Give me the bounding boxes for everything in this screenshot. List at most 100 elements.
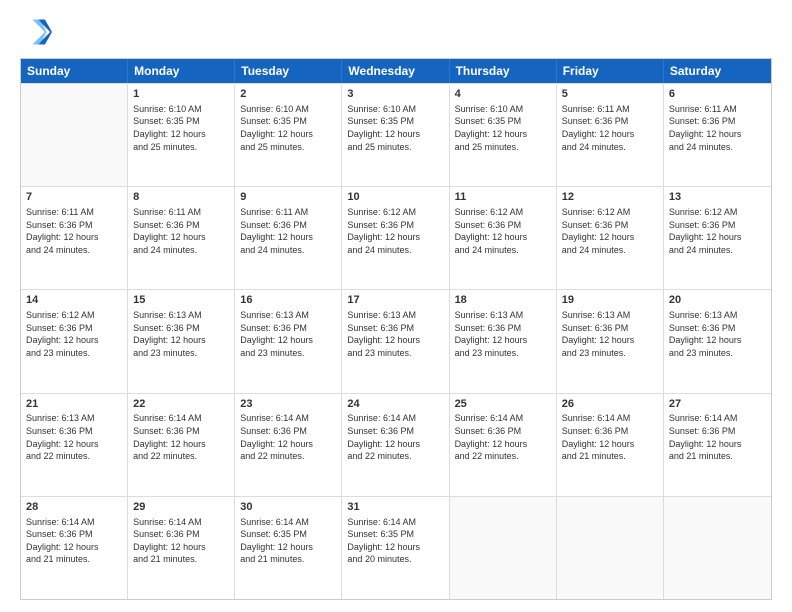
cell-info: Sunrise: 6:13 AM Sunset: 6:36 PM Dayligh…: [26, 412, 122, 462]
calendar-cell: 5Sunrise: 6:11 AM Sunset: 6:36 PM Daylig…: [557, 84, 664, 186]
calendar-cell: 29Sunrise: 6:14 AM Sunset: 6:36 PM Dayli…: [128, 497, 235, 599]
cell-info: Sunrise: 6:12 AM Sunset: 6:36 PM Dayligh…: [347, 206, 443, 256]
calendar-header-cell: Tuesday: [235, 59, 342, 83]
calendar-cell: 7Sunrise: 6:11 AM Sunset: 6:36 PM Daylig…: [21, 187, 128, 289]
calendar-cell: [450, 497, 557, 599]
cell-info: Sunrise: 6:12 AM Sunset: 6:36 PM Dayligh…: [26, 309, 122, 359]
calendar-cell: 27Sunrise: 6:14 AM Sunset: 6:36 PM Dayli…: [664, 394, 771, 496]
calendar-cell: 15Sunrise: 6:13 AM Sunset: 6:36 PM Dayli…: [128, 290, 235, 392]
cell-info: Sunrise: 6:13 AM Sunset: 6:36 PM Dayligh…: [240, 309, 336, 359]
calendar-header-cell: Sunday: [21, 59, 128, 83]
calendar-cell: 14Sunrise: 6:12 AM Sunset: 6:36 PM Dayli…: [21, 290, 128, 392]
calendar-cell: 24Sunrise: 6:14 AM Sunset: 6:36 PM Dayli…: [342, 394, 449, 496]
cell-info: Sunrise: 6:12 AM Sunset: 6:36 PM Dayligh…: [562, 206, 658, 256]
cell-info: Sunrise: 6:10 AM Sunset: 6:35 PM Dayligh…: [240, 103, 336, 153]
day-number: 7: [26, 190, 122, 205]
calendar-cell: 16Sunrise: 6:13 AM Sunset: 6:36 PM Dayli…: [235, 290, 342, 392]
logo-icon: [20, 16, 52, 48]
day-number: 18: [455, 293, 551, 308]
cell-info: Sunrise: 6:11 AM Sunset: 6:36 PM Dayligh…: [133, 206, 229, 256]
day-number: 30: [240, 500, 336, 515]
calendar-cell: 1Sunrise: 6:10 AM Sunset: 6:35 PM Daylig…: [128, 84, 235, 186]
day-number: 16: [240, 293, 336, 308]
calendar-cell: [664, 497, 771, 599]
calendar: SundayMondayTuesdayWednesdayThursdayFrid…: [20, 58, 772, 600]
calendar-cell: 22Sunrise: 6:14 AM Sunset: 6:36 PM Dayli…: [128, 394, 235, 496]
cell-info: Sunrise: 6:13 AM Sunset: 6:36 PM Dayligh…: [455, 309, 551, 359]
day-number: 2: [240, 87, 336, 102]
cell-info: Sunrise: 6:13 AM Sunset: 6:36 PM Dayligh…: [562, 309, 658, 359]
day-number: 10: [347, 190, 443, 205]
calendar-cell: 17Sunrise: 6:13 AM Sunset: 6:36 PM Dayli…: [342, 290, 449, 392]
calendar-row: 21Sunrise: 6:13 AM Sunset: 6:36 PM Dayli…: [21, 393, 771, 496]
calendar-cell: 13Sunrise: 6:12 AM Sunset: 6:36 PM Dayli…: [664, 187, 771, 289]
calendar-cell: 3Sunrise: 6:10 AM Sunset: 6:35 PM Daylig…: [342, 84, 449, 186]
cell-info: Sunrise: 6:14 AM Sunset: 6:36 PM Dayligh…: [347, 412, 443, 462]
day-number: 29: [133, 500, 229, 515]
calendar-cell: 31Sunrise: 6:14 AM Sunset: 6:35 PM Dayli…: [342, 497, 449, 599]
cell-info: Sunrise: 6:12 AM Sunset: 6:36 PM Dayligh…: [669, 206, 766, 256]
day-number: 19: [562, 293, 658, 308]
calendar-header-cell: Monday: [128, 59, 235, 83]
day-number: 8: [133, 190, 229, 205]
day-number: 21: [26, 397, 122, 412]
day-number: 31: [347, 500, 443, 515]
day-number: 23: [240, 397, 336, 412]
day-number: 13: [669, 190, 766, 205]
cell-info: Sunrise: 6:14 AM Sunset: 6:36 PM Dayligh…: [133, 516, 229, 566]
day-number: 3: [347, 87, 443, 102]
day-number: 14: [26, 293, 122, 308]
day-number: 4: [455, 87, 551, 102]
calendar-header-cell: Saturday: [664, 59, 771, 83]
cell-info: Sunrise: 6:14 AM Sunset: 6:36 PM Dayligh…: [26, 516, 122, 566]
calendar-cell: 12Sunrise: 6:12 AM Sunset: 6:36 PM Dayli…: [557, 187, 664, 289]
day-number: 27: [669, 397, 766, 412]
calendar-body: 1Sunrise: 6:10 AM Sunset: 6:35 PM Daylig…: [21, 83, 771, 599]
calendar-cell: 4Sunrise: 6:10 AM Sunset: 6:35 PM Daylig…: [450, 84, 557, 186]
day-number: 17: [347, 293, 443, 308]
cell-info: Sunrise: 6:11 AM Sunset: 6:36 PM Dayligh…: [669, 103, 766, 153]
cell-info: Sunrise: 6:11 AM Sunset: 6:36 PM Dayligh…: [562, 103, 658, 153]
day-number: 1: [133, 87, 229, 102]
day-number: 20: [669, 293, 766, 308]
cell-info: Sunrise: 6:13 AM Sunset: 6:36 PM Dayligh…: [669, 309, 766, 359]
page: SundayMondayTuesdayWednesdayThursdayFrid…: [0, 0, 792, 612]
calendar-header-cell: Thursday: [450, 59, 557, 83]
cell-info: Sunrise: 6:11 AM Sunset: 6:36 PM Dayligh…: [240, 206, 336, 256]
day-number: 25: [455, 397, 551, 412]
calendar-cell: 6Sunrise: 6:11 AM Sunset: 6:36 PM Daylig…: [664, 84, 771, 186]
calendar-cell: 28Sunrise: 6:14 AM Sunset: 6:36 PM Dayli…: [21, 497, 128, 599]
day-number: 28: [26, 500, 122, 515]
calendar-cell: 18Sunrise: 6:13 AM Sunset: 6:36 PM Dayli…: [450, 290, 557, 392]
cell-info: Sunrise: 6:14 AM Sunset: 6:36 PM Dayligh…: [669, 412, 766, 462]
calendar-cell: [21, 84, 128, 186]
calendar-header-cell: Friday: [557, 59, 664, 83]
cell-info: Sunrise: 6:13 AM Sunset: 6:36 PM Dayligh…: [133, 309, 229, 359]
calendar-header-cell: Wednesday: [342, 59, 449, 83]
cell-info: Sunrise: 6:14 AM Sunset: 6:36 PM Dayligh…: [562, 412, 658, 462]
cell-info: Sunrise: 6:14 AM Sunset: 6:36 PM Dayligh…: [240, 412, 336, 462]
cell-info: Sunrise: 6:14 AM Sunset: 6:36 PM Dayligh…: [133, 412, 229, 462]
day-number: 12: [562, 190, 658, 205]
calendar-row: 14Sunrise: 6:12 AM Sunset: 6:36 PM Dayli…: [21, 289, 771, 392]
calendar-cell: 8Sunrise: 6:11 AM Sunset: 6:36 PM Daylig…: [128, 187, 235, 289]
calendar-row: 7Sunrise: 6:11 AM Sunset: 6:36 PM Daylig…: [21, 186, 771, 289]
cell-info: Sunrise: 6:13 AM Sunset: 6:36 PM Dayligh…: [347, 309, 443, 359]
day-number: 6: [669, 87, 766, 102]
day-number: 11: [455, 190, 551, 205]
calendar-cell: [557, 497, 664, 599]
cell-info: Sunrise: 6:10 AM Sunset: 6:35 PM Dayligh…: [455, 103, 551, 153]
calendar-cell: 20Sunrise: 6:13 AM Sunset: 6:36 PM Dayli…: [664, 290, 771, 392]
cell-info: Sunrise: 6:10 AM Sunset: 6:35 PM Dayligh…: [347, 103, 443, 153]
calendar-cell: 30Sunrise: 6:14 AM Sunset: 6:35 PM Dayli…: [235, 497, 342, 599]
day-number: 5: [562, 87, 658, 102]
calendar-cell: 9Sunrise: 6:11 AM Sunset: 6:36 PM Daylig…: [235, 187, 342, 289]
calendar-header: SundayMondayTuesdayWednesdayThursdayFrid…: [21, 59, 771, 83]
cell-info: Sunrise: 6:14 AM Sunset: 6:35 PM Dayligh…: [347, 516, 443, 566]
cell-info: Sunrise: 6:14 AM Sunset: 6:36 PM Dayligh…: [455, 412, 551, 462]
day-number: 9: [240, 190, 336, 205]
day-number: 26: [562, 397, 658, 412]
cell-info: Sunrise: 6:11 AM Sunset: 6:36 PM Dayligh…: [26, 206, 122, 256]
calendar-cell: 23Sunrise: 6:14 AM Sunset: 6:36 PM Dayli…: [235, 394, 342, 496]
cell-info: Sunrise: 6:10 AM Sunset: 6:35 PM Dayligh…: [133, 103, 229, 153]
